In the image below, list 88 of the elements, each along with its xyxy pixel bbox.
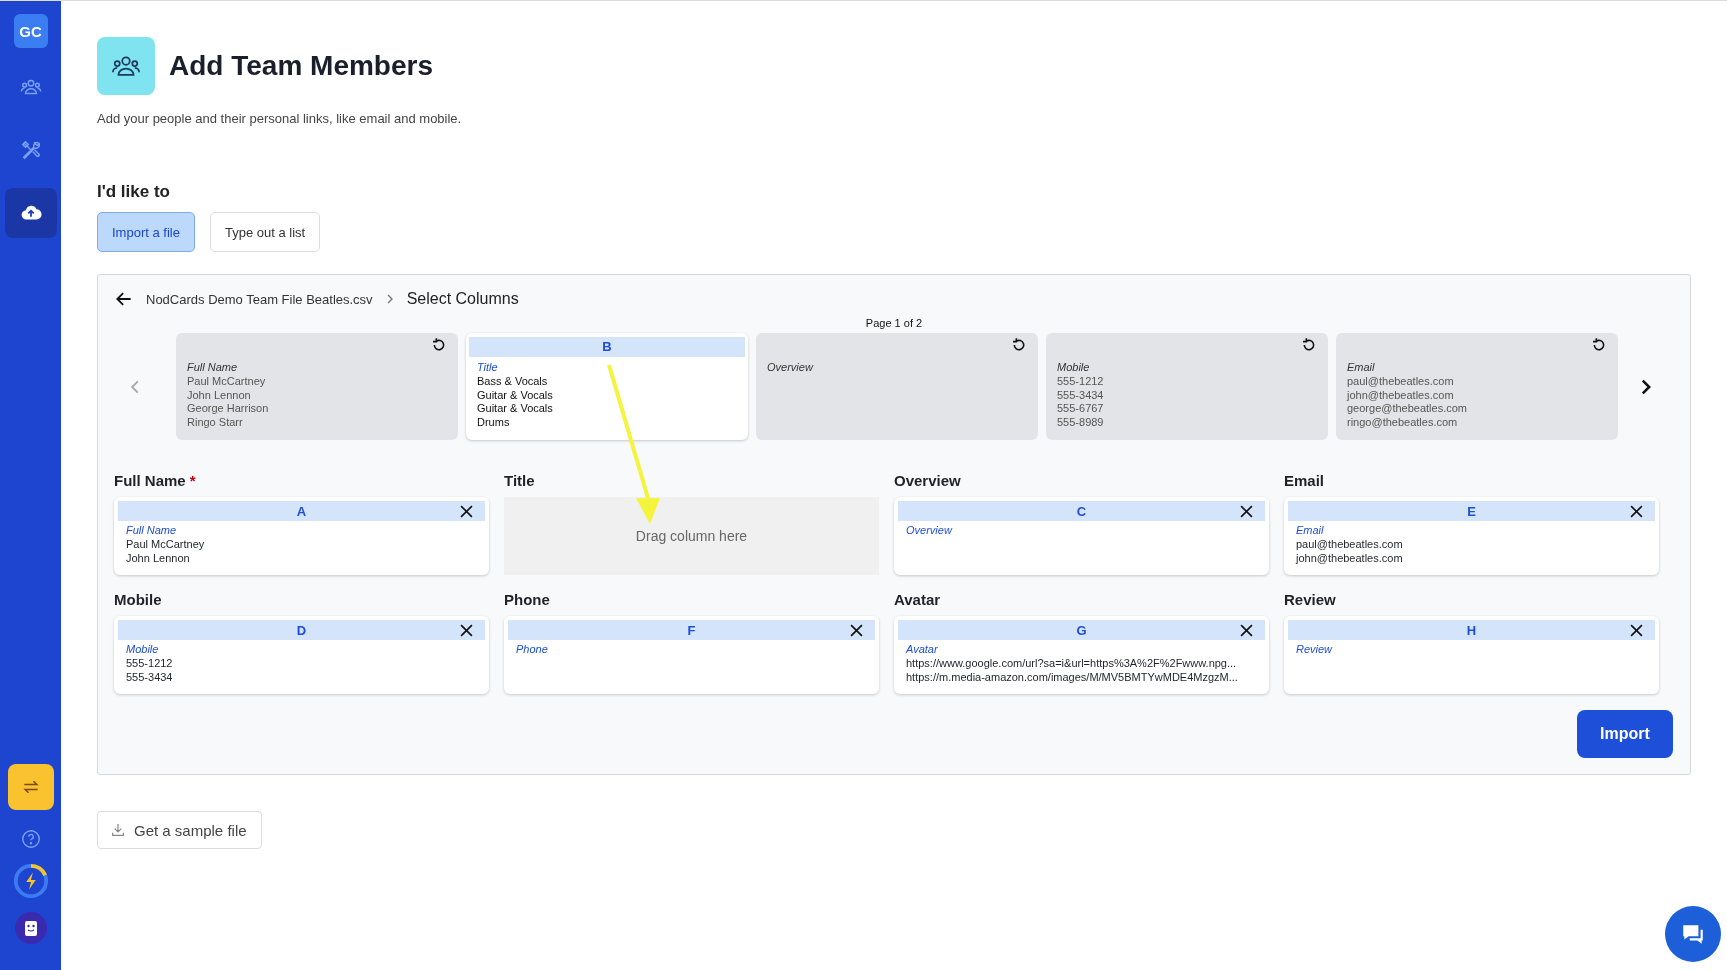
column-header: Review [1295, 642, 1334, 657]
field-label: Email [1284, 472, 1326, 489]
column-value: paul@thebeatles.com [1347, 375, 1455, 389]
close-icon[interactable] [1240, 624, 1253, 637]
column-letter: D [296, 622, 307, 638]
tools-icon [19, 139, 42, 161]
column-value: 555-8989 [1057, 415, 1105, 429]
column-value: Paul McCartney [187, 375, 267, 389]
column-letter: A [296, 503, 307, 519]
column-header: Full Name [125, 523, 178, 538]
column-value: ringo@thebeatles.com [1347, 415, 1459, 429]
column-header: Title [477, 361, 499, 373]
reset-icon[interactable] [1591, 337, 1607, 353]
column-letter: G [1076, 622, 1087, 638]
column-letter: C [1076, 503, 1087, 519]
sidebar-item[interactable] [4, 188, 57, 238]
column-value: george@thebeatles.com [1347, 402, 1469, 416]
column-letter: F [687, 622, 696, 638]
source-column-card[interactable]: Email paul@thebeatles.com john@thebeatles.com george@thebeatles.com ringo@thebeatles.com [1336, 333, 1618, 440]
column-header: Avatar [904, 642, 939, 657]
column-value: John Lennon [187, 388, 252, 402]
reset-icon[interactable] [431, 337, 447, 353]
drop-zone[interactable]: Drag column here [504, 497, 879, 575]
column-header: Full Name [187, 361, 239, 373]
robot-icon[interactable] [14, 912, 47, 944]
column-value: https://m.media-amazon.com/images/M/MV5BMTYwMDE4MzgzM... [905, 670, 1239, 684]
chat-button[interactable] [1665, 906, 1721, 962]
page-title: Add Team Members [169, 50, 433, 82]
lightning-ring-icon[interactable] [11, 862, 50, 900]
column-value: paul@thebeatles.com [1295, 538, 1404, 552]
column-letter: E [1467, 503, 1476, 519]
column-header: Phone [515, 642, 549, 657]
help-icon[interactable] [19, 828, 42, 850]
column-header: Overview [767, 361, 815, 373]
user-avatar[interactable]: GC [13, 14, 48, 48]
page-subtitle: Add your people and their personal links, like email and mobile. [97, 111, 463, 126]
close-icon[interactable] [1630, 505, 1643, 518]
close-icon[interactable] [460, 505, 473, 518]
reset-icon[interactable] [1301, 337, 1317, 353]
column-letter: H [1466, 622, 1477, 638]
column-value: john@thebeatles.com [1347, 388, 1455, 402]
reset-icon[interactable] [1011, 337, 1027, 353]
download-icon [110, 822, 126, 838]
column-header: Email [1295, 523, 1325, 538]
current-step: Select Columns [406, 290, 519, 308]
mode-option-button[interactable]: Import a file [97, 212, 195, 252]
field-label: Review [1284, 591, 1337, 608]
field-label: Mobile [114, 591, 163, 608]
column-value: 555-1212 [125, 657, 174, 671]
field-label: Overview [894, 472, 962, 489]
source-column-card[interactable]: B Title Bass & Vocals Guitar & Vocals Guitar & Vocals Drums [466, 333, 748, 440]
download-sample-button[interactable]: Get a sample file [97, 811, 262, 849]
close-icon[interactable] [850, 624, 863, 637]
import-button[interactable]: Import [1577, 710, 1673, 758]
column-value: Guitar & Vocals [477, 402, 554, 416]
column-value: 555-1212 [1057, 375, 1105, 389]
column-value: Guitar & Vocals [477, 388, 554, 402]
column-value: john@thebeatles.com [1294, 551, 1404, 565]
column-header: Mobile [125, 642, 160, 657]
column-value: John Lennon [125, 551, 191, 565]
column-header: Overview [905, 523, 954, 538]
column-value: Paul McCartney [125, 538, 206, 552]
field-label: Title [504, 472, 536, 489]
page-indicator: Page 1 of 2 [864, 317, 924, 329]
column-value: 555-3434 [125, 670, 174, 684]
field-label: Full Name * [114, 472, 197, 489]
column-letter: B [469, 337, 745, 357]
close-icon[interactable] [1630, 624, 1643, 637]
column-value: Drums [477, 415, 511, 429]
source-column-card[interactable]: Overview [756, 333, 1038, 440]
source-column-card[interactable]: Full Name Paul McCartney John Lennon George Harrison Ringo Starr [176, 333, 458, 440]
column-value: 555-6767 [1057, 402, 1105, 416]
close-icon[interactable] [460, 624, 473, 637]
file-name[interactable]: NodCards Demo Team File Beatles.csv [146, 291, 373, 307]
source-column-card[interactable]: Mobile 555-1212 555-3434 555-6767 555-8989 [1046, 333, 1328, 440]
field-label: Avatar [894, 591, 942, 608]
column-header: Mobile [1057, 361, 1091, 373]
column-value: https://www.google.com/url?sa=i&url=https%3A%2F%2Fwww.npg... [905, 657, 1238, 671]
column-value: Ringo Starr [187, 415, 244, 429]
column-value: George Harrison [187, 402, 270, 416]
section-label: I'd like to [97, 182, 171, 202]
mode-option-button[interactable]: Type out a list [209, 212, 321, 252]
column-value: 555-3434 [1057, 388, 1105, 402]
close-icon[interactable] [1240, 505, 1253, 518]
field-label: Phone [504, 591, 551, 608]
column-header: Email [1347, 361, 1376, 373]
switch-button[interactable] [7, 764, 54, 810]
column-value: Bass & Vocals [477, 375, 549, 389]
